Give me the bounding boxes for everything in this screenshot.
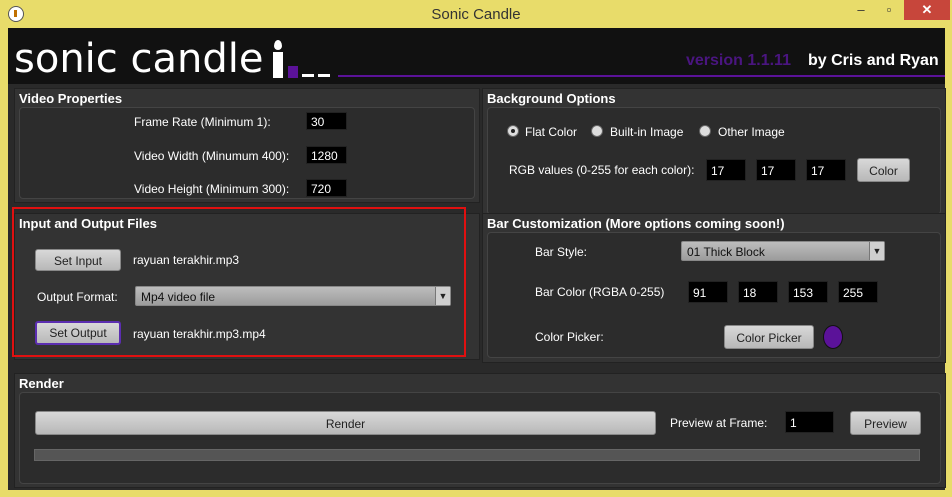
- video-width-label: Video Width (Minumum 400):: [134, 149, 290, 163]
- frame-rate-label: Frame Rate (Minimum 1):: [134, 115, 271, 129]
- close-button[interactable]: ✕: [904, 0, 950, 20]
- flat-color-label[interactable]: Flat Color: [525, 125, 577, 139]
- builtin-image-label[interactable]: Built-in Image: [610, 125, 683, 139]
- video-height-input[interactable]: 720: [306, 179, 347, 197]
- window-title: Sonic Candle: [431, 6, 521, 23]
- bar-style-value: 01 Thick Block: [687, 245, 765, 259]
- color-picker-label: Color Picker:: [535, 330, 604, 344]
- video-height-label: Video Height (Minimum 300):: [134, 182, 290, 196]
- render-box: [19, 392, 941, 484]
- other-image-label[interactable]: Other Image: [718, 125, 785, 139]
- bar-red-input[interactable]: 91: [688, 281, 728, 303]
- builtin-image-radio[interactable]: [591, 125, 603, 137]
- credits-label: by Cris and Ryan: [808, 52, 939, 69]
- bar-color-label: Bar Color (RGBA 0-255): [535, 285, 665, 299]
- bar-customization-panel: Bar Customization (More options coming s…: [482, 213, 946, 363]
- video-properties-panel: Video Properties Frame Rate (Minimum 1):…: [14, 88, 480, 203]
- minimize-button[interactable]: –: [848, 0, 874, 20]
- bar-color-swatch[interactable]: [823, 325, 843, 349]
- bg-green-input[interactable]: 17: [756, 159, 796, 181]
- frame-rate-input[interactable]: 30: [306, 112, 347, 130]
- preview-frame-input[interactable]: 1: [785, 411, 834, 433]
- render-progress-bar: [34, 449, 920, 461]
- preview-button[interactable]: Preview: [850, 411, 921, 435]
- bar-customization-title: Bar Customization (More options coming s…: [487, 216, 785, 231]
- render-title: Render: [19, 376, 64, 391]
- render-panel: Render Render Preview at Frame: 1 Previe…: [14, 373, 946, 488]
- bar-green-input[interactable]: 18: [738, 281, 778, 303]
- color-picker-button[interactable]: Color Picker: [724, 325, 814, 349]
- video-properties-title: Video Properties: [19, 91, 123, 106]
- candle-logo-icon: [269, 38, 349, 78]
- background-options-title: Background Options: [487, 91, 616, 106]
- chevron-down-icon[interactable]: ▼: [869, 242, 884, 260]
- logo-text: sonic candle: [14, 36, 264, 82]
- bar-alpha-input[interactable]: 255: [838, 281, 878, 303]
- preview-frame-label: Preview at Frame:: [670, 416, 768, 430]
- flat-color-radio[interactable]: [507, 125, 519, 137]
- bar-style-select[interactable]: 01 Thick Block ▼: [681, 241, 885, 261]
- bg-blue-input[interactable]: 17: [806, 159, 846, 181]
- color-button[interactable]: Color: [857, 158, 910, 182]
- highlight-box: [12, 207, 466, 357]
- version-label: version 1.1.11: [686, 52, 791, 69]
- bar-style-label: Bar Style:: [535, 245, 588, 259]
- video-width-input[interactable]: 1280: [306, 146, 347, 164]
- render-button[interactable]: Render: [35, 411, 656, 435]
- rgb-values-label: RGB values (0-255 for each color):: [509, 163, 695, 177]
- background-options-panel: Background Options Flat Color Built-in I…: [482, 88, 946, 220]
- header-divider: [338, 75, 945, 77]
- other-image-radio[interactable]: [699, 125, 711, 137]
- app-header: sonic candle version 1.1.11 by Cris and …: [8, 28, 945, 84]
- title-bar: Sonic Candle – ▫ ✕: [0, 0, 952, 28]
- maximize-button[interactable]: ▫: [876, 0, 902, 20]
- bg-red-input[interactable]: 17: [706, 159, 746, 181]
- bar-blue-input[interactable]: 153: [788, 281, 828, 303]
